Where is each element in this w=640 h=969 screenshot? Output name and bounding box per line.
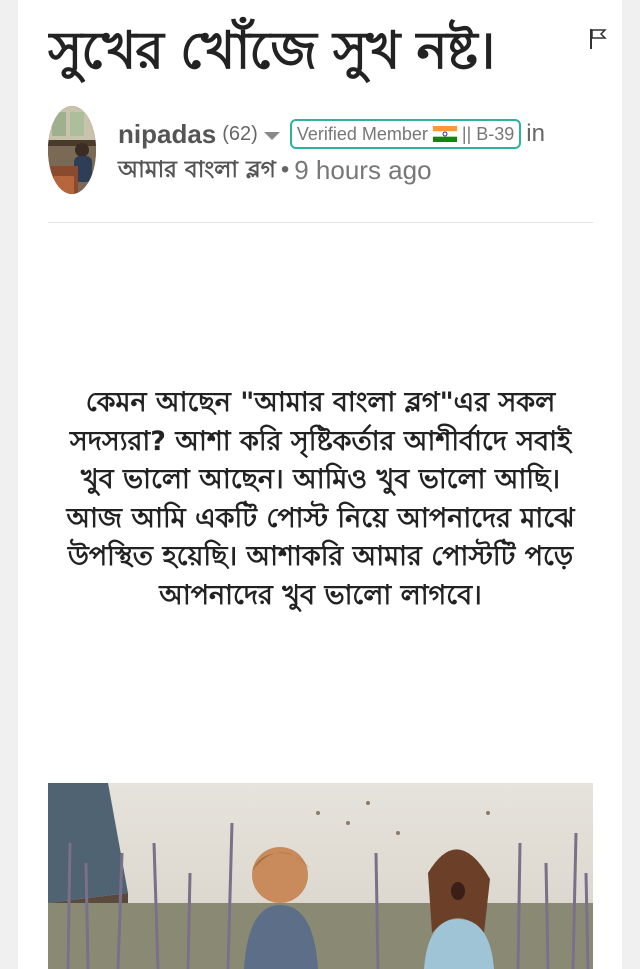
post-context: আমার বাংলা ব্লগ • 9 hours ago [118, 152, 432, 188]
flag-icon[interactable] [589, 28, 607, 50]
header-divider [48, 222, 593, 223]
post-page: সুখের খোঁজে সুখ নষ্ট। nipadas (62) Verif… [18, 0, 622, 969]
in-label: in [526, 120, 545, 147]
post-image[interactable] [48, 783, 593, 969]
author-meta: nipadas (62) Verified Member || B-39 in [118, 116, 545, 152]
badge-suffix: || B-39 [461, 123, 515, 144]
badge-prefix: Verified Member [296, 123, 428, 144]
community-link[interactable]: আমার বাংলা ব্লগ [118, 151, 276, 190]
verified-member-badge: Verified Member || B-39 [289, 119, 522, 149]
meta-separator: • [280, 156, 290, 183]
caret-down-icon[interactable] [263, 131, 280, 140]
india-flag-icon [432, 126, 457, 142]
author-reputation: (62) [222, 122, 258, 145]
post-timestamp: 9 hours ago [294, 154, 432, 185]
author-avatar[interactable] [48, 106, 96, 194]
post-title: সুখের খোঁজে সুখ নষ্ট। [48, 21, 495, 81]
author-name-link[interactable]: nipadas [118, 119, 216, 150]
avatar-photo [48, 106, 96, 194]
post-intro-text: কেমন আছেন "আমার বাংলা ব্লগ"এর সকল সদস্যর… [66, 387, 575, 611]
children-in-lavender-field-photo [48, 783, 593, 969]
